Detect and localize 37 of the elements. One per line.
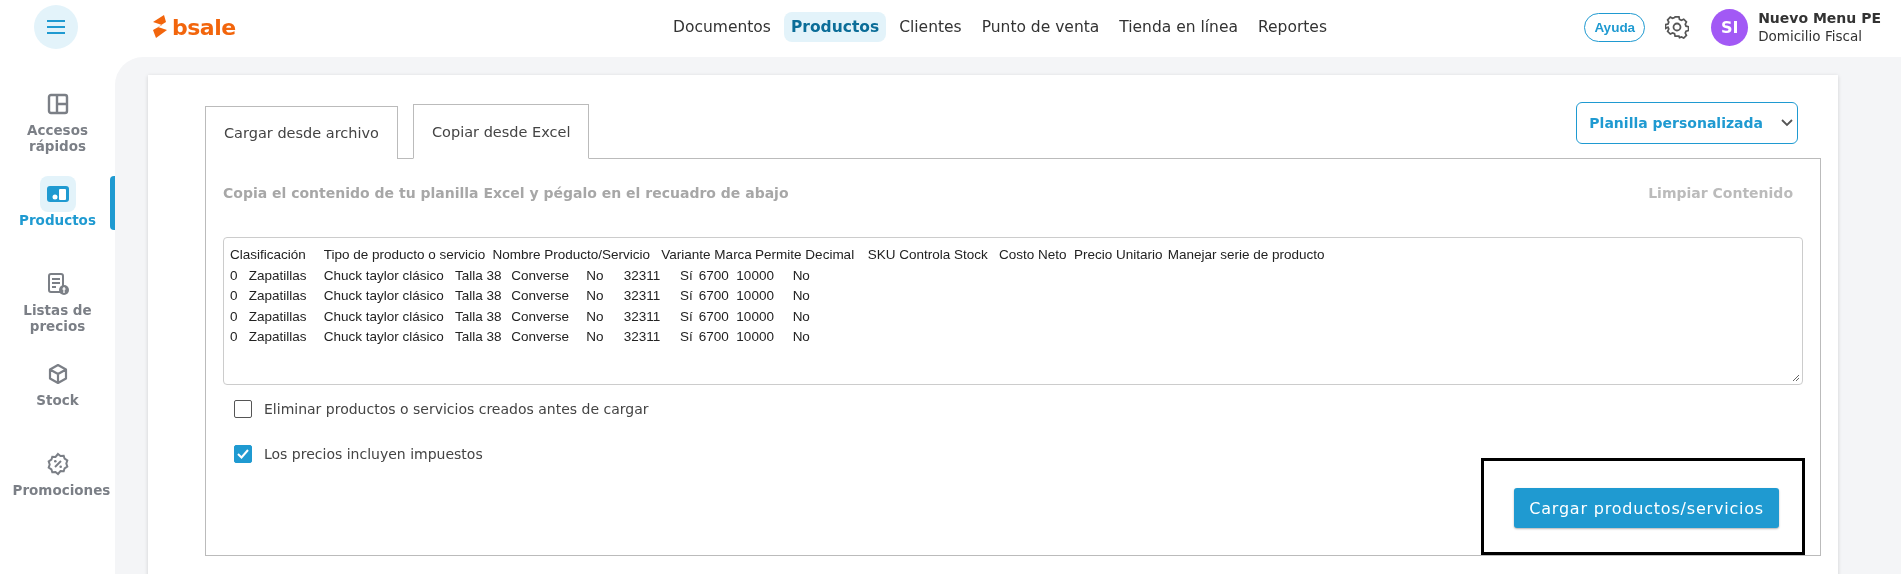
sidebar-item[interactable]: Accesos rápidos [0, 86, 115, 176]
resize-grip-icon[interactable] [1792, 374, 1800, 382]
price-list-icon [45, 272, 70, 296]
tab[interactable]: Copiar desde Excel [412, 104, 590, 159]
sidebar-item[interactable]: Productos [0, 176, 115, 266]
checkbox[interactable] [234, 400, 252, 418]
menu-button[interactable] [34, 5, 78, 49]
settings-icon[interactable] [1665, 15, 1690, 39]
instructions-text: Copia el contenido de tu planilla Excel y pégalo en el recuadro de abajo [223, 185, 789, 201]
nav-link[interactable]: Productos [783, 12, 887, 42]
sidebar-item[interactable]: Promociones [0, 446, 115, 536]
logo-icon [150, 14, 168, 40]
user-name: Nuevo Menu PE [1758, 9, 1881, 27]
checkbox-label: Eliminar productos o servicios creados antes de cargar [264, 401, 649, 417]
tab[interactable]: Cargar desde archivo [205, 106, 398, 159]
chevron-down-icon [1781, 119, 1793, 127]
sidebar-item[interactable]: Listas de precios [0, 266, 115, 356]
layout-icon [46, 93, 69, 115]
help-button[interactable]: Ayuda [1584, 12, 1646, 42]
box-icon [46, 363, 69, 385]
checkbox[interactable] [234, 445, 252, 463]
user-avatar[interactable]: SI [1711, 8, 1749, 46]
template-dropdown[interactable]: Planilla personalizada [1576, 102, 1798, 144]
logo-text: bsale [172, 14, 236, 40]
paste-field[interactable]: Clasificación Tipo de producto o servicio Nombre Producto/Servicio Variante Marca Permite Decimal SKU Controla Stock Costo Neto Precio Unitario Manejar serie de producto 0 Zapatillas Chuck taylor clásico Talla 38 Converse No 32311 Sí 6700 10000 No 0 Zapatillas Chuck taylor clásico Talla 38 Converse No 32311 Sí 6700 10000 No 0 Zapatillas Chuck taylor clásico Talla 38 Converse No 32311 Sí 6700 10000 No 0 Zapatillas Chuck taylor clásico Talla 38 Converse No 32311 Sí 6700 10000 No [223, 237, 1803, 385]
nav-link[interactable]: Punto de venta [974, 12, 1107, 42]
branch-name: Domicilio Fiscal [1758, 27, 1863, 45]
menu-icon [46, 20, 66, 34]
upload-button[interactable]: Cargar productos/servicios [1514, 488, 1779, 528]
checkbox-label: Los precios incluyen impuestos [264, 446, 483, 462]
products-icon [44, 183, 71, 205]
discount-icon [45, 452, 70, 476]
nav-link[interactable]: Reportes [1250, 12, 1334, 42]
nav-link[interactable]: Clientes [892, 12, 969, 42]
nav-link[interactable]: Tienda en línea [1112, 12, 1245, 42]
sidebar-item[interactable]: Stock [0, 356, 115, 446]
nav-link[interactable]: Documentos [666, 12, 778, 42]
